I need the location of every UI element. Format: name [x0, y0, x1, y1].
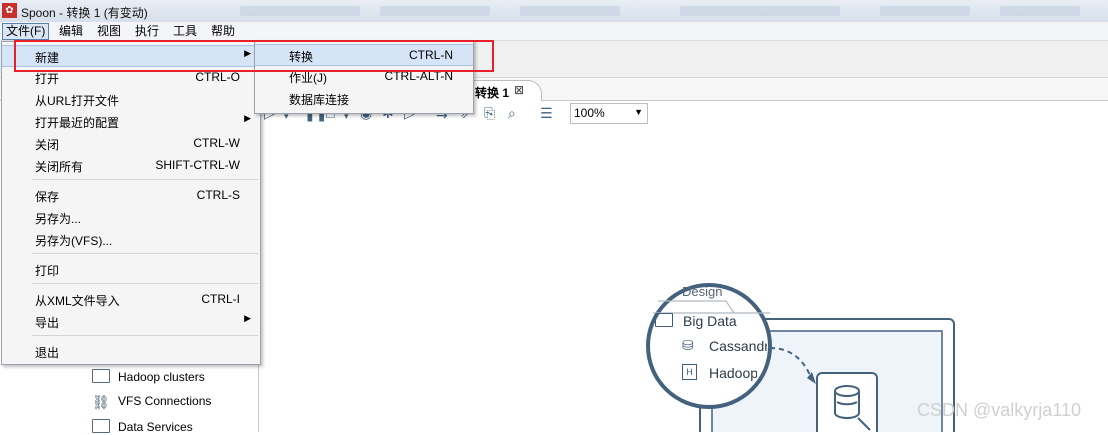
menu-item-label: 另存为(VFS)... [35, 234, 113, 248]
menu-view[interactable]: 视图 [94, 24, 124, 39]
submenu-arrow-icon: ▶ [244, 113, 251, 123]
menu-item-label: 从XML文件导入 [35, 294, 120, 308]
explore-db-icon[interactable]: ⌕ [508, 104, 516, 122]
menu-item-shortcut: CTRL-ALT-N [384, 69, 453, 83]
menu-item-label: 关闭 [35, 138, 60, 152]
menu-edit[interactable]: 编辑 [56, 24, 86, 39]
hadoop-label: Hadoop [709, 365, 757, 381]
menu-item-label: 保存 [35, 190, 60, 204]
menu-file[interactable]: 文件(F) [2, 23, 50, 40]
menu-item-import-xml[interactable]: 从XML文件导入 CTRL-I [2, 289, 260, 309]
watermark: CSDN @valkyrja110 [917, 400, 1081, 420]
menu-item-shortcut: CTRL-N [409, 48, 453, 62]
illustration-step-box [816, 372, 878, 435]
spoon-app-icon: ✿ [2, 3, 17, 18]
network-icon: ⛓ [92, 394, 110, 410]
menu-item-close[interactable]: 关闭 CTRL-W [2, 133, 260, 153]
new-submenu: 转换 CTRL-N 作业(J) CTRL-ALT-N 数据库连接 [254, 40, 474, 114]
file-menu-dropdown: 新建 ▶ 打开 CTRL-O 从URL打开文件 打开最近的配置 ▶ 关闭 CTR… [1, 41, 261, 365]
cassandra-icon: ⛁ [682, 337, 694, 353]
transformation-canvas[interactable]: Design Big Data ⛁ Cassandr H Hadoop [260, 126, 1108, 435]
menu-item-label: 打开最近的配置 [35, 116, 120, 130]
menu-separator [32, 179, 258, 180]
background-tab-ghost [520, 6, 620, 16]
menu-separator [32, 283, 258, 284]
window-title: Spoon - 转换 1 (有变动) [21, 6, 148, 20]
hadoop-icon: H [682, 364, 697, 380]
menu-item-open-url[interactable]: 从URL打开文件 [2, 89, 260, 109]
menu-item-label: 新建 [35, 51, 60, 65]
menu-item-export[interactable]: 导出 ▶ [2, 311, 260, 331]
background-tab-ghost [880, 6, 970, 16]
submenu-item-transformation[interactable]: 转换 CTRL-N [255, 44, 473, 66]
menu-help[interactable]: 帮助 [208, 24, 238, 39]
folder-icon [92, 369, 110, 383]
design-tab-label: Design [682, 284, 723, 299]
menu-item-label: 转换 [289, 50, 314, 64]
zoom-value: 100% [574, 106, 605, 120]
menu-item-shortcut: CTRL-I [201, 292, 240, 306]
chevron-down-icon: ▼ [634, 107, 643, 117]
title-bar: ✿ Spoon - 转换 1 (有变动) [0, 0, 1108, 23]
tree-item-label: Hadoop clusters [118, 370, 205, 384]
menu-item-label: 另存为... [35, 212, 82, 226]
background-tab-ghost [240, 6, 360, 16]
tab-close-icon[interactable]: ⊠ [514, 83, 524, 97]
menu-separator [32, 335, 258, 336]
menu-item-label: 退出 [35, 346, 60, 360]
menu-item-print[interactable]: 打印 [2, 259, 260, 279]
folder-icon [655, 313, 673, 327]
background-tab-ghost [680, 6, 840, 16]
menu-item-label: 数据库连接 [289, 93, 350, 107]
menu-item-label: 打开 [35, 72, 60, 86]
menu-item-label: 关闭所有 [35, 160, 84, 174]
menu-tools[interactable]: 工具 [170, 24, 200, 39]
submenu-item-job[interactable]: 作业(J) CTRL-ALT-N [255, 66, 473, 86]
menu-item-shortcut: CTRL-O [195, 70, 240, 84]
submenu-item-db-connection[interactable]: 数据库连接 [255, 88, 473, 108]
tab-label: 转换 1 [475, 86, 510, 100]
tree-item-hadoop-clusters[interactable]: Hadoop clusters [92, 369, 205, 384]
menu-item-label: 打印 [35, 264, 60, 278]
menu-item-new[interactable]: 新建 ▶ [2, 45, 260, 67]
menu-item-shortcut: CTRL-S [196, 188, 240, 202]
menu-item-exit[interactable]: 退出 [2, 341, 260, 361]
menu-item-shortcut: CTRL-W [193, 136, 240, 150]
database-icon [834, 385, 860, 397]
menu-bar: 文件(F) 编辑 视图 执行 工具 帮助 [0, 22, 1108, 41]
menu-item-save-as[interactable]: 另存为... [2, 207, 260, 227]
tab-transformation-1[interactable]: 转换 1 ⊠ [462, 80, 542, 102]
tree-item-label: VFS Connections [118, 394, 212, 408]
big-data-folder-label: Big Data [683, 313, 737, 329]
sql-icon[interactable]: ⎘ [484, 104, 495, 122]
menu-item-label: 从URL打开文件 [35, 94, 120, 108]
submenu-arrow-icon: ▶ [244, 48, 251, 58]
menu-separator [32, 253, 258, 254]
zoom-select[interactable]: 100% ▼ [570, 103, 648, 124]
cassandra-label: Cassandr [709, 338, 767, 354]
background-tab-ghost [380, 6, 490, 16]
menu-item-label: 导出 [35, 316, 60, 330]
menu-item-shortcut: SHIFT-CTRL-W [155, 158, 240, 172]
background-tab-ghost [1000, 6, 1080, 16]
design-illustration [646, 283, 955, 435]
menu-item-save[interactable]: 保存 CTRL-S [2, 185, 260, 205]
menu-item-save-as-vfs[interactable]: 另存为(VFS)... [2, 229, 260, 249]
menu-run[interactable]: 执行 [132, 24, 162, 39]
show-results-icon[interactable]: ☰ [540, 104, 553, 122]
menu-item-label: 作业(J) [289, 71, 327, 85]
menu-item-close-all[interactable]: 关闭所有 SHIFT-CTRL-W [2, 155, 260, 175]
menu-item-recent[interactable]: 打开最近的配置 ▶ [2, 111, 260, 131]
menu-item-open[interactable]: 打开 CTRL-O [2, 67, 260, 87]
submenu-arrow-icon: ▶ [244, 313, 251, 323]
folder-icon [92, 419, 110, 433]
tree-item-vfs-connections[interactable]: ⛓ VFS Connections [92, 394, 211, 409]
